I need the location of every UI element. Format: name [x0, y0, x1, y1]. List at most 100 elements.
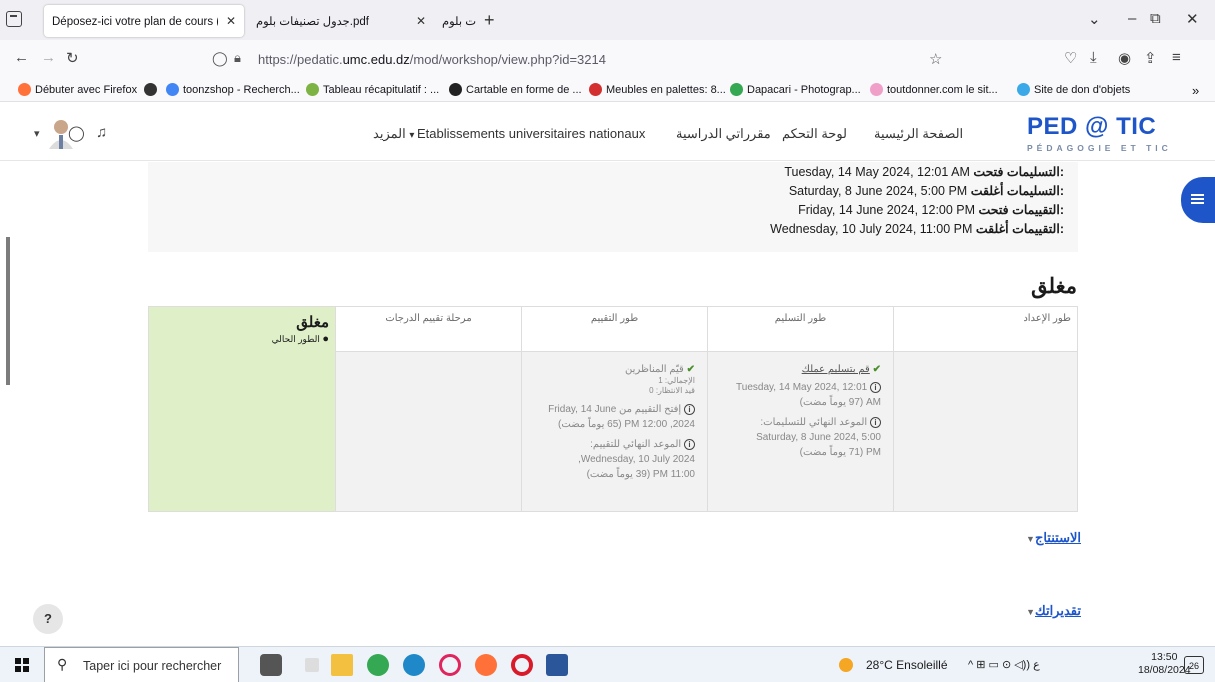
task-view-icon[interactable]	[305, 658, 319, 672]
assessment-deadline: i الموعد النهائي للتقييم:	[590, 437, 695, 452]
opera-gx-icon[interactable]	[439, 654, 461, 676]
restore-icon[interactable]: ⧉	[1150, 10, 1161, 27]
course-index-button[interactable]	[1181, 177, 1215, 223]
submission-deadline-date: Saturday, 8 June 2024, 5:00	[756, 432, 881, 443]
file-explorer-icon[interactable]	[331, 654, 353, 676]
bookmark-item[interactable]: toutdonner.com le sit...	[870, 83, 998, 96]
task-text: إفتح التقييم من Friday, 14 June	[548, 404, 682, 415]
date-line: Friday, 14 June 2024, 12:00 PM التقييمات…	[798, 202, 1064, 217]
help-button[interactable]: ?	[33, 604, 63, 634]
current-phase-text: الطور الحالي	[271, 334, 320, 344]
chevron-down-icon: ▼	[1026, 534, 1035, 544]
bell-icon[interactable]: ♫	[96, 124, 107, 141]
bookmark-item[interactable]: Dapacari - Photograp...	[730, 83, 861, 96]
bookmark-item[interactable]	[144, 83, 161, 96]
download-icon[interactable]: ⤓	[1090, 49, 1097, 66]
info-icon: i	[870, 417, 881, 428]
site-logo[interactable]: PED @ TIC	[1027, 113, 1156, 141]
chevron-down-icon[interactable]: ⌄	[1088, 10, 1101, 28]
forward-icon[interactable]: →	[41, 49, 56, 66]
task-link[interactable]: قم بتسليم عملك	[802, 364, 870, 375]
bookmark-label: Cartable en forme de ...	[466, 83, 582, 96]
share-icon[interactable]: ⇪	[1144, 49, 1157, 67]
browser-tab-bar: Déposez-ici votre plan de cours (تل ✕ جد…	[0, 0, 1215, 40]
chevron-down-icon: ▾	[409, 130, 415, 141]
phase-submission: طور التسليم ✔ قم بتسليم عملك i Tuesday, …	[707, 307, 893, 511]
close-window-icon[interactable]: ✕	[1186, 10, 1199, 28]
section-your-grades[interactable]: ▼تقديراتك	[1022, 603, 1081, 619]
date-label: التسليمات أغلقت:	[970, 184, 1064, 198]
bookmark-item[interactable]: Débuter avec Firefox	[18, 83, 137, 96]
pocket-icon[interactable]: ♡	[1064, 49, 1077, 67]
search-placeholder: Taper ici pour rechercher	[83, 659, 222, 673]
tab-active[interactable]: Déposez-ici votre plan de cours (تل ✕	[44, 5, 244, 37]
submission-open: i Tuesday, 14 May 2024, 12:01	[736, 380, 881, 395]
firefox-icon[interactable]	[475, 654, 497, 676]
opera-icon[interactable]	[511, 654, 533, 676]
taskbar-search[interactable]: ⚲ Taper ici pour rechercher	[44, 647, 239, 682]
phase-header: مغلق الطور الحالي ●	[149, 307, 335, 352]
menu-universities[interactable]: Etablissements universitaires nationaux	[417, 126, 645, 141]
bookmark-item[interactable]: Cartable en forme de ...	[449, 83, 582, 96]
bookmark-label: toonzshop - Recherch...	[183, 83, 300, 96]
task-label: قيّم المناظرين	[625, 364, 684, 375]
close-icon[interactable]: ✕	[226, 14, 236, 28]
task-submit-work[interactable]: ✔ قم بتسليم عملك	[802, 362, 881, 377]
tab[interactable]: جدول تصنيفات بلوم.pdf	[434, 5, 484, 37]
notification-icon[interactable]: 26	[1184, 656, 1204, 674]
chevron-down-icon[interactable]: ▾	[34, 127, 40, 140]
menu-icon[interactable]: ≡	[1172, 49, 1181, 66]
bookmark-item[interactable]: toonzshop - Recherch...	[166, 83, 300, 96]
camera-app-icon[interactable]	[260, 654, 282, 676]
bookmark-item[interactable]: Meubles en palettes: 8...	[589, 83, 726, 96]
bookmark-label: Meubles en palettes: 8...	[606, 83, 726, 96]
bookmark-label: Tableau récapitulatif : ...	[323, 83, 440, 96]
bookmarks-overflow-icon[interactable]: »	[1192, 83, 1199, 98]
avatar[interactable]	[48, 117, 74, 149]
bookmark-label: Dapacari - Photograp...	[747, 83, 861, 96]
bookmark-item[interactable]: Tableau récapitulatif : ...	[306, 83, 439, 96]
site-icon	[1017, 83, 1030, 96]
phase-grading: مرحلة تقييم الدرجات	[335, 307, 521, 511]
bookmark-item[interactable]: Site de don d'objets	[1017, 83, 1130, 96]
menu-my-courses[interactable]: مقرراتي الدراسية	[676, 126, 771, 142]
taskbar-clock[interactable]: 13:50 18/08/2024	[1138, 651, 1191, 677]
url-text[interactable]: https://pedatic.umc.edu.dz/mod/workshop/…	[258, 52, 606, 67]
back-icon[interactable]: ←	[14, 49, 29, 66]
tab-title: Déposez-ici votre plan de cours (تل	[52, 16, 218, 28]
chevron-down-icon: ▼	[1026, 607, 1035, 617]
task-total: الإجمالي: 1	[658, 376, 695, 385]
bookmark-star-icon[interactable]: ☆	[929, 50, 942, 68]
new-tab-icon[interactable]: +	[484, 10, 495, 31]
tab-title: جدول تصنيفات بلوم.pdf	[442, 16, 476, 28]
assessment-deadline-date: Wednesday, 10 July 2024,	[578, 454, 695, 465]
scrollbar[interactable]	[6, 237, 10, 385]
menu-more[interactable]: المزيد ▾	[373, 126, 414, 142]
menu-dashboard[interactable]: لوحة التحكم	[782, 126, 847, 142]
task-assess-peers: ✔ قيّم المناظرين	[625, 362, 695, 377]
date-value: Saturday, 8 June 2024, 5:00 PM	[788, 184, 968, 198]
minimize-icon[interactable]: –	[1128, 10, 1136, 27]
account-icon[interactable]: ◉	[1118, 49, 1131, 67]
site-header: PED @ TIC PÉDAGOGIE ET TIC الصفحة الرئيس…	[0, 103, 1215, 161]
close-icon[interactable]: ✕	[416, 14, 426, 28]
tab[interactable]: جدول تصنيفات بلوم.pdf ✕	[248, 5, 434, 37]
reload-icon[interactable]: ↻	[66, 49, 79, 67]
lock-icon[interactable]: 🔒︎	[234, 50, 241, 66]
phase-body	[894, 352, 1077, 511]
user-photo	[49, 120, 73, 149]
tray-icons[interactable]: ^ ⊞ ▭ ⊙ ◁)) ع	[968, 658, 1040, 671]
section-conclusion[interactable]: ▼الاستنتاج	[1022, 530, 1081, 546]
page-title: مغلق	[1031, 275, 1077, 298]
weather-text[interactable]: 28°C Ensoleillé	[866, 658, 948, 672]
windows-start-icon[interactable]	[15, 658, 29, 672]
menu-home[interactable]: الصفحة الرئيسية	[874, 126, 963, 142]
phase-assessment: طور التقييم ✔ قيّم المناظرين الإجمالي: 1…	[521, 307, 707, 511]
url-bar[interactable]: ◯ 🔒︎ https://pedatic.umc.edu.dz/mod/work…	[202, 45, 952, 75]
tab-list-icon[interactable]	[6, 11, 22, 27]
shield-icon[interactable]: ◯	[212, 50, 228, 67]
edge-icon[interactable]	[403, 654, 425, 676]
word-icon[interactable]	[546, 654, 568, 676]
chrome-icon[interactable]	[367, 654, 389, 676]
extension-icon	[144, 83, 157, 96]
